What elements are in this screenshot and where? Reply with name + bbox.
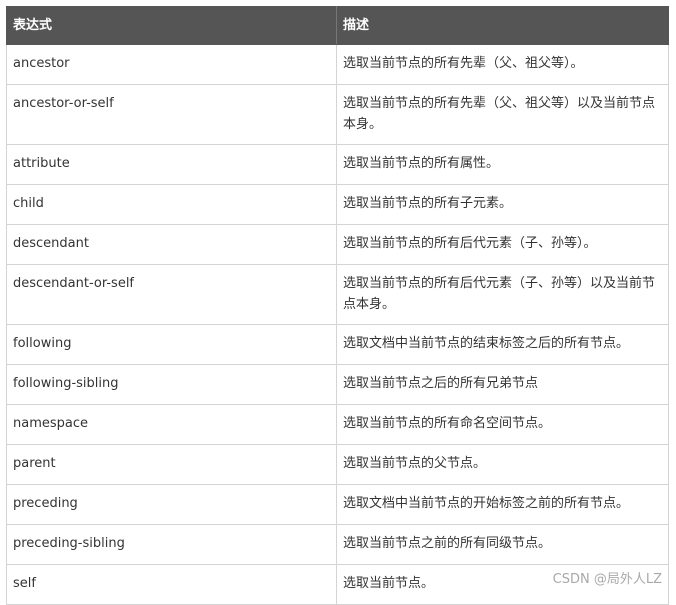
axis-description-cell: 选取当前节点之前的所有同级节点。 bbox=[336, 524, 669, 565]
table-row: following-sibling 选取当前节点之后的所有兄弟节点 bbox=[6, 364, 669, 405]
axis-name-cell: preceding bbox=[6, 484, 337, 525]
axis-name-cell: namespace bbox=[6, 404, 337, 445]
axis-name-cell: self bbox=[6, 564, 337, 605]
table-row: preceding-sibling 选取当前节点之前的所有同级节点。 bbox=[6, 524, 669, 565]
axis-description-cell: 选取当前节点的所有先辈（父、祖父等）以及当前节点本身。 bbox=[336, 84, 669, 145]
table-row: following 选取文档中当前节点的结束标签之后的所有节点。 bbox=[6, 324, 669, 365]
csdn-watermark: CSDN @局外人LZ bbox=[552, 572, 662, 587]
table-row: ancestor-or-self 选取当前节点的所有先辈（父、祖父等）以及当前节… bbox=[6, 84, 669, 145]
table-row: parent 选取当前节点的父节点。 bbox=[6, 444, 669, 485]
header-description: 描述 bbox=[336, 6, 669, 45]
axis-description-cell: 选取当前节点的所有先辈（父、祖父等）。 bbox=[336, 44, 669, 85]
table-row: namespace 选取当前节点的所有命名空间节点。 bbox=[6, 404, 669, 445]
table-header-row: 表达式 描述 bbox=[6, 6, 669, 45]
table-row: attribute 选取当前节点的所有属性。 bbox=[6, 144, 669, 185]
axis-name-cell: descendant-or-self bbox=[6, 264, 337, 325]
axis-description-cell: 选取当前节点的所有子元素。 bbox=[336, 184, 669, 225]
axis-description-cell: 选取当前节点的所有命名空间节点。 bbox=[336, 404, 669, 445]
axis-name-cell: attribute bbox=[6, 144, 337, 185]
table-row: preceding 选取文档中当前节点的开始标签之前的所有节点。 bbox=[6, 484, 669, 525]
xpath-axes-table: 表达式 描述 ancestor 选取当前节点的所有先辈（父、祖父等）。 ance… bbox=[6, 6, 669, 605]
header-expression: 表达式 bbox=[6, 6, 337, 45]
axis-name-cell: following-sibling bbox=[6, 364, 337, 405]
axis-name-cell: child bbox=[6, 184, 337, 225]
table-row: child 选取当前节点的所有子元素。 bbox=[6, 184, 669, 225]
axis-name-cell: preceding-sibling bbox=[6, 524, 337, 565]
axis-name-cell: parent bbox=[6, 444, 337, 485]
axis-name-cell: ancestor-or-self bbox=[6, 84, 337, 145]
xpath-axes-table-container: 表达式 描述 ancestor 选取当前节点的所有先辈（父、祖父等）。 ance… bbox=[6, 6, 669, 605]
axis-name-cell: ancestor bbox=[6, 44, 337, 85]
axis-description-cell: 选取文档中当前节点的结束标签之后的所有节点。 bbox=[336, 324, 669, 365]
axis-description-cell: 选取当前节点的父节点。 bbox=[336, 444, 669, 485]
axis-description-cell: 选取文档中当前节点的开始标签之前的所有节点。 bbox=[336, 484, 669, 525]
axis-name-cell: following bbox=[6, 324, 337, 365]
table-row: descendant 选取当前节点的所有后代元素（子、孙等）。 bbox=[6, 224, 669, 265]
table-row: descendant-or-self 选取当前节点的所有后代元素（子、孙等）以及… bbox=[6, 264, 669, 325]
axis-name-cell: descendant bbox=[6, 224, 337, 265]
axis-description-cell: 选取当前节点的所有后代元素（子、孙等）以及当前节点本身。 bbox=[336, 264, 669, 325]
axis-description-cell: 选取当前节点之后的所有兄弟节点 bbox=[336, 364, 669, 405]
axis-description-cell: 选取当前节点的所有属性。 bbox=[336, 144, 669, 185]
axis-description-cell: 选取当前节点的所有后代元素（子、孙等）。 bbox=[336, 224, 669, 265]
table-row: ancestor 选取当前节点的所有先辈（父、祖父等）。 bbox=[6, 44, 669, 85]
